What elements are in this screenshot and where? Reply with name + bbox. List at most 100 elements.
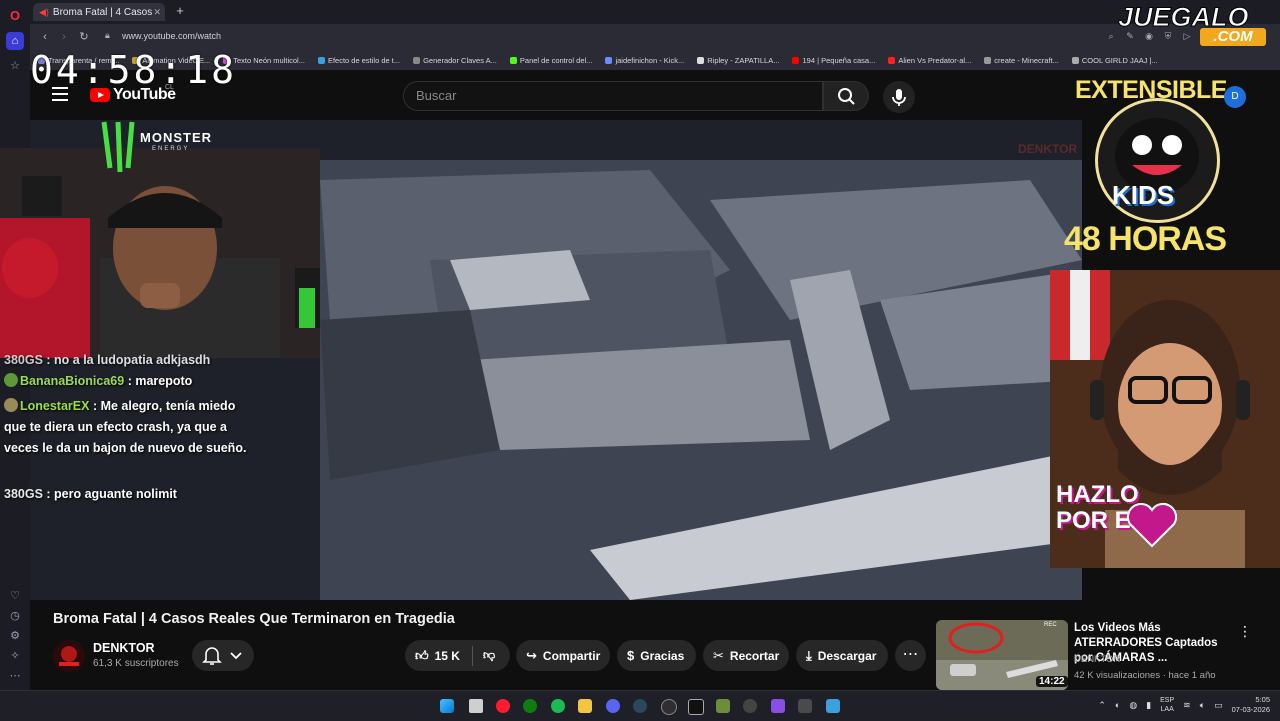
chat-message: 380GS : pero aguante nolimit xyxy=(4,487,177,501)
search-button[interactable] xyxy=(823,81,869,111)
thumbs-down-icon: 👎︎ xyxy=(482,648,496,662)
settings-icon[interactable]: ⚙ xyxy=(6,626,24,644)
download-icon: ⤓ xyxy=(806,647,812,663)
bookmark-item[interactable]: Generador Claves A... xyxy=(413,56,497,65)
chevron-up-icon[interactable]: ⌃ xyxy=(1098,700,1106,711)
monster-sub: ENERGY xyxy=(152,146,190,152)
spotify-icon[interactable] xyxy=(551,699,565,713)
recommended-channel[interactable]: DENKTOR xyxy=(1074,654,1120,665)
close-icon[interactable]: ✕ xyxy=(153,7,161,18)
bell-icon xyxy=(202,647,242,665)
speaker-icon: ◀) xyxy=(39,6,49,17)
search-input[interactable]: Buscar xyxy=(403,81,823,111)
horas-label: 48 HORAS xyxy=(1064,220,1227,258)
dislike-button[interactable]: 👎︎ xyxy=(483,648,495,663)
clip-button[interactable]: ✂ Recortar xyxy=(703,640,789,671)
voice-search-button[interactable] xyxy=(883,81,915,113)
bookmark-item[interactable]: 194 | Pequeña casa... xyxy=(792,56,875,65)
download-button[interactable]: ⤓ Descargar xyxy=(796,640,888,671)
channel-avatar-icon xyxy=(53,640,85,672)
new-tab-button[interactable]: + xyxy=(174,4,186,17)
volume-icon[interactable]: 🔈︎ xyxy=(1200,700,1205,711)
xbox-icon[interactable] xyxy=(523,699,537,713)
thanks-button[interactable]: $ Gracias xyxy=(617,640,696,671)
like-button[interactable]: 👍︎ 15 K xyxy=(405,648,460,664)
home-icon[interactable]: ⌂ xyxy=(6,32,24,50)
opera-icon[interactable] xyxy=(496,699,510,713)
stream-clock: 04:58:18 xyxy=(30,48,238,92)
photos-icon[interactable] xyxy=(826,699,840,713)
system-tray: ⌃ ◐ ◍ ▮ ESP LAA ≋ 🔈︎ ▭ 5:05 07-03-2026 xyxy=(1098,695,1270,715)
monster-logo-icon xyxy=(101,121,135,173)
task-view-icon[interactable] xyxy=(469,699,483,713)
bookmark-item[interactable]: Ripley - ZAPATILLA... xyxy=(697,56,779,65)
subscriber-count: 61,3 K suscriptores xyxy=(93,658,179,669)
bookmark-item[interactable]: Panel de control del... xyxy=(509,56,592,65)
bookmark-item[interactable]: Efecto de estilo de t... xyxy=(317,56,400,65)
tab-strip: ◀) Broma Fatal | 4 Casos ✕ + xyxy=(30,0,1280,24)
bookmark-item[interactable]: create - Minecraft... xyxy=(984,56,1059,65)
chat-message: BananaBionica69 : marepoto xyxy=(4,371,259,392)
taskbar: ⌃ ◐ ◍ ▮ ESP LAA ≋ 🔈︎ ▭ 5:05 07-03-2026 xyxy=(0,690,1280,721)
chat-overlay: 380GS : no a la ludopatia adkjasdh Banan… xyxy=(0,350,262,510)
forward-icon[interactable]: › xyxy=(57,30,71,44)
webcam-overlay xyxy=(0,148,320,358)
share-button[interactable]: ↪ Compartir xyxy=(516,640,610,671)
more-actions-button[interactable]: ⋯ xyxy=(895,640,926,671)
lightbulb-icon[interactable]: ✧ xyxy=(6,646,24,664)
avatar-badge[interactable]: D xyxy=(1224,86,1246,108)
streamer-webcam xyxy=(0,148,320,358)
opera-logo-icon[interactable]: O xyxy=(6,6,24,24)
chatgpt-icon[interactable] xyxy=(743,699,757,713)
chat-message: 380GS : no a la ludopatia adkjasdh xyxy=(4,353,211,367)
chat-message: LonestarEX : Me alegro, tenía miedo que … xyxy=(4,398,247,455)
juegalo-dotcom: .COM xyxy=(1200,28,1266,46)
scissors-icon: ✂ xyxy=(713,647,724,663)
tray-app-icon[interactable]: ◐ xyxy=(1115,700,1120,710)
steam-icon[interactable] xyxy=(633,699,647,713)
capcut-icon[interactable] xyxy=(688,699,704,715)
star-icon[interactable]: ☆ xyxy=(6,56,24,74)
history-icon[interactable]: ◷ xyxy=(6,606,24,624)
channel-avatar[interactable] xyxy=(53,640,85,672)
lock-icon: 🔒︎ xyxy=(105,30,110,40)
divider xyxy=(471,645,473,666)
bookmark-item[interactable]: jaidefinichon - Kick... xyxy=(605,56,684,65)
windows-start-icon[interactable] xyxy=(440,699,454,713)
minecraft-icon[interactable] xyxy=(716,699,730,713)
subscribed-bell-button[interactable] xyxy=(192,640,254,671)
url-field[interactable]: www.youtube.com/watch xyxy=(122,31,221,41)
tray-usb-icon[interactable]: ▮ xyxy=(1146,700,1151,711)
back-icon[interactable]: ‹ xyxy=(38,30,52,44)
bookmark-item[interactable]: Alien Vs Predator-al... xyxy=(888,56,971,65)
discord-icon[interactable] xyxy=(606,699,620,713)
microphone-icon xyxy=(892,89,906,106)
tab-title: Broma Fatal | 4 Casos xyxy=(52,6,153,18)
video-title: Broma Fatal | 4 Casos Reales Que Termina… xyxy=(53,611,455,627)
chat-user-avatar-icon xyxy=(4,398,18,412)
battery-icon[interactable]: ▭ xyxy=(1214,700,1223,711)
kebab-menu-icon[interactable]: ⋮ xyxy=(1238,623,1252,640)
obs-icon[interactable] xyxy=(661,699,677,715)
tray-steam-icon[interactable]: ◍ xyxy=(1129,700,1137,711)
bookmark-item[interactable]: COOL GIRLD JAAJ |... xyxy=(1071,56,1158,65)
heart-icon[interactable]: ♡ xyxy=(6,586,24,604)
tray-clock[interactable]: 5:05 07-03-2026 xyxy=(1232,695,1270,715)
thanks-icon: $ xyxy=(627,648,635,663)
wifi-icon[interactable]: ≋ xyxy=(1183,700,1191,711)
search-icon xyxy=(838,88,855,105)
like-dislike-group: 👍︎ 15 K 👎︎ xyxy=(405,640,510,671)
calculator-icon[interactable] xyxy=(798,699,812,713)
language-indicator[interactable]: ESP LAA xyxy=(1160,696,1174,714)
reload-icon[interactable]: ↻ xyxy=(77,30,91,44)
rec-badge: REC xyxy=(1044,622,1057,628)
recommended-meta: 42 K visualizaciones · hace 1 año xyxy=(1074,670,1216,681)
chat-user-avatar-icon xyxy=(4,373,18,387)
file-explorer-icon[interactable] xyxy=(578,699,592,713)
more-icon[interactable]: ⋯ xyxy=(6,666,24,684)
video-duration: 14:22 xyxy=(1036,676,1068,687)
channel-name[interactable]: DENKTOR xyxy=(93,641,155,655)
app-purple-icon[interactable] xyxy=(771,699,785,713)
browser-tab[interactable]: ◀) Broma Fatal | 4 Casos ✕ xyxy=(33,3,165,21)
thumbs-up-icon: 👍︎ xyxy=(415,647,429,663)
